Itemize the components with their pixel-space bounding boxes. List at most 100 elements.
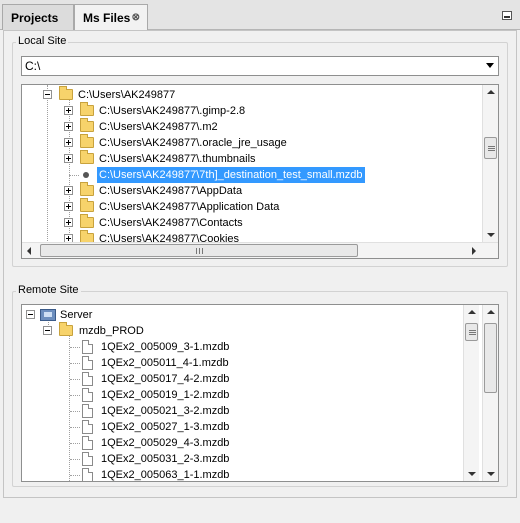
collapse-icon[interactable] — [43, 90, 52, 99]
tree-row-file[interactable]: 1QEx2_005017_4-2.mzdb — [22, 371, 462, 387]
remote-inner-vertical-scrollbar[interactable] — [463, 305, 479, 481]
collapse-icon[interactable] — [26, 310, 35, 319]
file-label: 1QEx2_005029_4-3.mzdb — [101, 437, 230, 449]
scroll-grip — [196, 248, 197, 254]
scroll-grip — [488, 146, 495, 147]
folder-icon — [80, 150, 94, 164]
expand-icon[interactable] — [64, 186, 73, 195]
tree-row-folder[interactable]: mzdb_PROD — [22, 322, 462, 339]
collapse-icon[interactable] — [43, 326, 52, 335]
tree-row[interactable]: C:\Users\AK249877\.oracle_jre_usage — [22, 134, 482, 151]
expand-icon[interactable] — [64, 138, 73, 147]
tree-row[interactable]: C:\Users\AK249877\AppData — [22, 182, 482, 199]
tree-row-file[interactable]: 1QEx2_005021_3-2.mzdb — [22, 403, 462, 419]
tree-row[interactable]: C:\Users\AK249877\.gimp-2.8 — [22, 102, 482, 119]
scroll-up-icon[interactable] — [487, 90, 495, 94]
local-vertical-scrollbar[interactable] — [482, 85, 498, 242]
tree-row-file[interactable]: 1QEx2_005011_4-1.mzdb — [22, 355, 462, 371]
tree-guide-line — [70, 443, 80, 444]
expand-icon[interactable] — [64, 218, 73, 227]
folder-icon — [80, 214, 94, 228]
expand-icon[interactable] — [64, 202, 73, 211]
close-icon[interactable]: ⊗ — [132, 5, 140, 31]
server-label: Server — [60, 309, 93, 321]
scroll-thumb[interactable] — [465, 323, 478, 341]
tree-guide-line — [70, 427, 80, 428]
tree-guide-line — [69, 175, 79, 176]
file-icon — [82, 468, 93, 481]
file-label: 1QEx2_005021_3-2.mzdb — [101, 405, 230, 417]
tab-ms-files[interactable]: Ms Files ⊗ — [74, 4, 148, 31]
local-horizontal-scrollbar[interactable] — [22, 242, 498, 258]
server-icon — [40, 309, 56, 321]
file-icon — [82, 404, 93, 418]
tree-row[interactable]: C:\Users\AK249877\Application Data — [22, 198, 482, 215]
scroll-down-icon[interactable] — [487, 472, 495, 476]
scroll-down-icon[interactable] — [487, 233, 495, 237]
file-icon — [82, 388, 93, 402]
tree-item-label: C:\Users\AK249877\7th]_destination_test_… — [97, 167, 365, 183]
drive-select[interactable]: C:\ — [21, 56, 499, 76]
file-label: 1QEx2_005017_4-2.mzdb — [101, 373, 230, 385]
file-icon — [82, 340, 93, 354]
scroll-left-icon[interactable] — [27, 247, 31, 255]
drive-select-value: C:\ — [25, 59, 41, 73]
scroll-down-icon[interactable] — [468, 472, 476, 476]
folder-label: mzdb_PROD — [79, 325, 144, 337]
tab-projects[interactable]: Projects — [2, 4, 74, 30]
remote-outer-vertical-scrollbar[interactable] — [482, 305, 498, 481]
expand-icon[interactable] — [64, 106, 73, 115]
folder-icon — [59, 86, 73, 100]
tree-item-label: C:\Users\AK249877\.m2 — [99, 121, 218, 133]
scroll-up-icon[interactable] — [468, 310, 476, 314]
file-label: 1QEx2_005031_2-3.mzdb — [101, 453, 230, 465]
file-icon — [82, 452, 93, 466]
tree-guide-line — [70, 363, 80, 364]
expand-icon[interactable] — [64, 154, 73, 163]
file-icon — [82, 372, 93, 386]
tree-item-label: C:\Users\AK249877 — [78, 89, 176, 101]
file-icon — [82, 420, 93, 434]
folder-icon — [80, 182, 94, 196]
remote-site-title: Remote Site — [16, 284, 81, 296]
tree-row[interactable]: C:\Users\AK249877\Contacts — [22, 214, 482, 231]
tree-row-file[interactable]: 1QEx2_005027_1-3.mzdb — [22, 419, 462, 435]
tree-row-file[interactable]: 1QEx2_005019_1-2.mzdb — [22, 387, 462, 403]
tree-guide-line — [70, 475, 80, 476]
tree-row-file[interactable]: 1QEx2_005029_4-3.mzdb — [22, 435, 462, 451]
expand-icon[interactable] — [64, 122, 73, 131]
tree-item-label: C:\Users\AK249877\Application Data — [99, 201, 280, 213]
scroll-thumb[interactable] — [484, 323, 497, 393]
scroll-grip — [469, 330, 476, 331]
tree-guide-line — [70, 411, 80, 412]
tree-guide-line — [70, 347, 80, 348]
tree-row[interactable]: C:\Users\AK249877\.thumbnails — [22, 150, 482, 167]
tree-row[interactable]: C:\Users\AK249877\7th]_destination_test_… — [22, 167, 482, 183]
scroll-grip — [488, 148, 495, 149]
folder-icon — [80, 102, 94, 116]
tree-row-file[interactable]: 1QEx2_005009_3-1.mzdb — [22, 339, 462, 355]
remote-file-tree[interactable]: Server mzdb_PROD 1QEx2_005009_3-1.mzdb 1QEx… — [21, 304, 499, 482]
tree-row-server[interactable]: Server — [22, 307, 462, 323]
tab-bar: Projects Ms Files ⊗ — [0, 0, 520, 31]
chevron-down-icon[interactable] — [486, 63, 494, 68]
local-file-tree[interactable]: C:\Users\AK249877 C:\Users\AK249877\.gimp… — [21, 84, 499, 259]
scroll-grip — [469, 332, 476, 333]
scroll-grip — [202, 248, 203, 254]
tree-row[interactable]: C:\Users\AK249877 — [22, 86, 482, 103]
tree-row-file[interactable]: 1QEx2_005063_1-1.mzdb — [22, 467, 462, 481]
scroll-thumb[interactable] — [40, 244, 358, 257]
scroll-thumb[interactable] — [484, 137, 497, 159]
tree-row[interactable]: C:\Users\AK249877\.m2 — [22, 118, 482, 135]
file-dot-icon — [83, 172, 89, 178]
tree-guide-line — [70, 459, 80, 460]
file-label: 1QEx2_005019_1-2.mzdb — [101, 389, 230, 401]
tree-row-file[interactable]: 1QEx2_005031_2-3.mzdb — [22, 451, 462, 467]
scroll-grip — [469, 334, 476, 335]
scroll-right-icon[interactable] — [472, 247, 476, 255]
minimize-icon[interactable] — [502, 11, 512, 20]
scroll-up-icon[interactable] — [487, 310, 495, 314]
tree-item-label: C:\Users\AK249877\.thumbnails — [99, 153, 256, 165]
folder-icon — [80, 118, 94, 132]
scroll-grip — [488, 150, 495, 151]
